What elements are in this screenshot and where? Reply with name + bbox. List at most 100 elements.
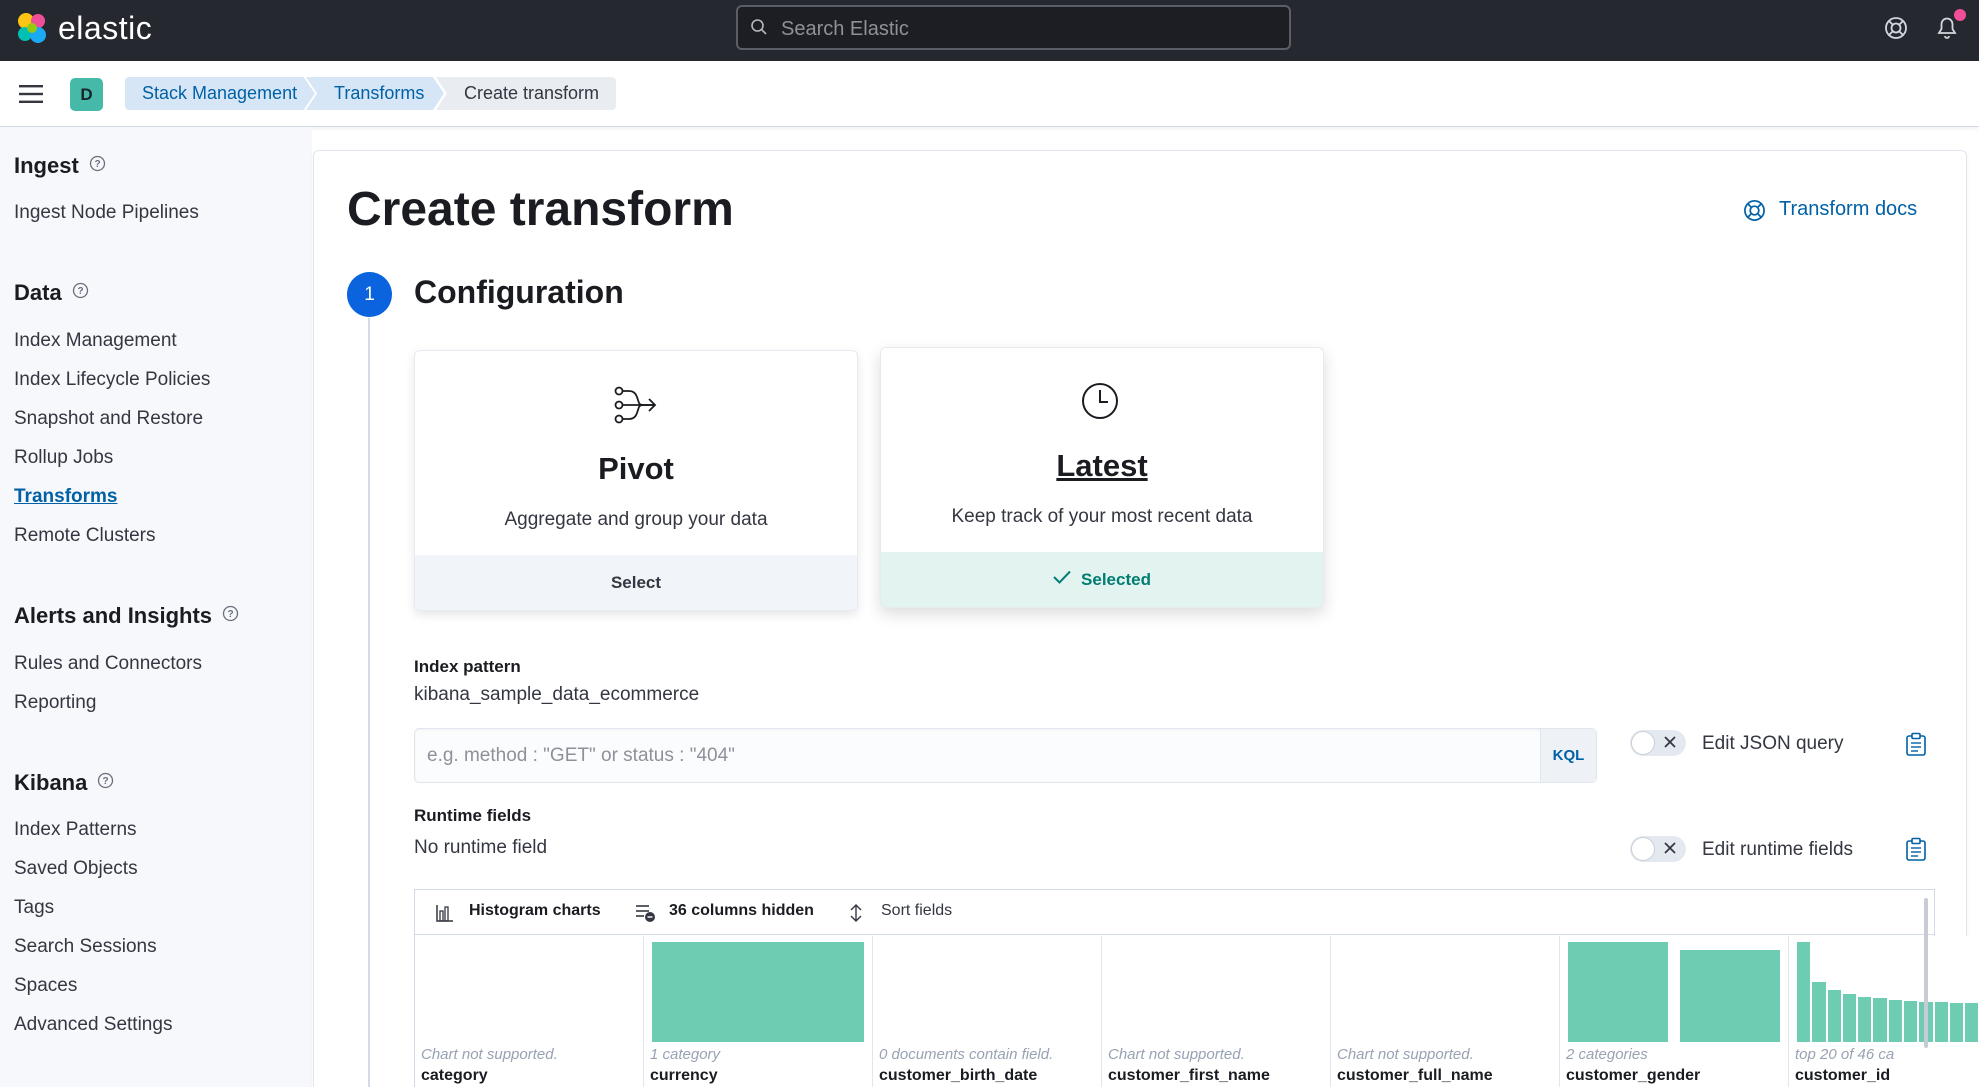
transform-docs-label: Transform docs (1779, 198, 1918, 220)
sidebar-item-rollup-jobs[interactable]: Rollup Jobs (14, 447, 113, 469)
column-histogram (1339, 942, 1551, 1042)
grid-column-customer-id[interactable]: top 20 of 46 ca customer_id (1789, 936, 1979, 1087)
latest-title: Latest (1056, 448, 1148, 483)
help-menu-icon[interactable] (1884, 16, 1908, 45)
query-input[interactable]: e.g. method : "GET" or status : "404" KQ… (414, 728, 1597, 783)
grid-scrollbar[interactable] (1924, 898, 1928, 1048)
grid-column-customer-full-name[interactable]: Chart not supported. customer_full_name (1331, 936, 1560, 1087)
transform-docs-link[interactable]: Transform docs (1743, 198, 1917, 221)
sidebar-item-index-patterns[interactable]: Index Patterns (14, 819, 137, 841)
column-header-name[interactable]: customer_first_name (1108, 1067, 1328, 1085)
edit-runtime-fields-label[interactable]: Edit runtime fields (1702, 839, 1853, 861)
svg-text:?: ? (94, 159, 100, 170)
elastic-logo-icon[interactable] (14, 10, 50, 46)
sidebar-item-index-management[interactable]: Index Management (14, 330, 177, 352)
logo-text[interactable]: elastic (58, 10, 152, 47)
column-histogram (652, 942, 864, 1042)
histogram-bar[interactable] (1934, 1002, 1948, 1042)
grid-column-customer-birth-date[interactable]: 0 documents contain field. customer_birth… (873, 936, 1102, 1087)
question-icon[interactable]: ? (222, 602, 239, 628)
sidebar-section-data: Data? (14, 280, 89, 306)
step-connector-line (368, 318, 370, 1087)
latest-selected-button[interactable]: Selected (881, 552, 1323, 607)
column-header-name[interactable]: customer_birth_date (879, 1067, 1099, 1085)
pivot-description: Aggregate and group your data (504, 509, 768, 530)
histogram-bar[interactable] (1888, 1000, 1902, 1042)
sidebar-item-snapshot-and-restore[interactable]: Snapshot and Restore (14, 408, 203, 430)
column-histogram (1110, 942, 1322, 1042)
histogram-bar[interactable] (1965, 1003, 1979, 1042)
sidebar-item-reporting[interactable]: Reporting (14, 692, 96, 714)
sidebar-item-tags[interactable]: Tags (14, 897, 54, 919)
pivot-icon (613, 383, 661, 432)
grid-column-category[interactable]: Chart not supported. category (415, 936, 644, 1087)
histogram-bar[interactable] (1680, 950, 1780, 1042)
column-header-name[interactable]: customer_id (1795, 1067, 1979, 1085)
question-icon[interactable]: ? (89, 152, 106, 178)
runtime-fields-label: Runtime fields (414, 806, 532, 825)
grid-column-customer-first-name[interactable]: Chart not supported. customer_first_name (1102, 936, 1331, 1087)
section-title: Alerts and Insights (14, 603, 213, 628)
column-header-name[interactable]: customer_gender (1566, 1067, 1786, 1085)
column-header-name[interactable]: category (421, 1067, 641, 1085)
sidebar-item-ingest-node-pipelines[interactable]: Ingest Node Pipelines (14, 202, 199, 224)
sidebar-item-rules-and-connectors[interactable]: Rules and Connectors (14, 653, 202, 675)
query-placeholder: e.g. method : "GET" or status : "404" (427, 745, 735, 766)
search-icon (750, 18, 768, 41)
edit-json-query-label[interactable]: Edit JSON query (1702, 733, 1844, 755)
index-pattern-label: Index pattern (414, 657, 521, 676)
histogram-bar[interactable] (1797, 942, 1811, 1042)
breadcrumb-stack-management[interactable]: Stack Management (125, 77, 315, 110)
column-histogram (1568, 942, 1780, 1042)
hamburger-menu-icon[interactable] (19, 85, 43, 108)
kql-language-button[interactable]: KQL (1540, 729, 1596, 782)
column-chart-note: 2 categories (1566, 1046, 1648, 1063)
svg-text:?: ? (77, 286, 83, 297)
edit-json-query-toggle[interactable] (1630, 730, 1686, 756)
global-search-input[interactable]: Search Elastic (736, 5, 1291, 50)
sidebar-item-advanced-settings[interactable]: Advanced Settings (14, 1014, 172, 1036)
histogram-bar[interactable] (1812, 982, 1826, 1042)
column-chart-note: 0 documents contain field. (879, 1046, 1054, 1063)
sidebar-item-search-sessions[interactable]: Search Sessions (14, 936, 157, 958)
space-avatar[interactable]: D (70, 78, 103, 111)
sidebar-item-remote-clusters[interactable]: Remote Clusters (14, 525, 156, 547)
sidebar-item-index-lifecycle-policies[interactable]: Index Lifecycle Policies (14, 369, 210, 391)
column-chart-note: Chart not supported. (1337, 1046, 1474, 1063)
clipboard-icon[interactable] (1905, 732, 1927, 761)
histogram-charts-label: Histogram charts (469, 902, 601, 919)
question-icon[interactable]: ? (72, 279, 89, 305)
column-header-name[interactable]: currency (650, 1067, 870, 1085)
top-header: elastic Search Elastic (0, 0, 1979, 61)
columns-hidden-button[interactable]: 36 columns hidden (635, 902, 814, 922)
pivot-select-button[interactable]: Select (415, 555, 857, 610)
histogram-charts-button[interactable]: Histogram charts (435, 902, 601, 922)
column-header-name[interactable]: customer_full_name (1337, 1067, 1557, 1085)
latest-card[interactable]: Latest Keep track of your most recent da… (880, 347, 1324, 608)
toggle-knob (1631, 731, 1655, 755)
sidebar-item-saved-objects[interactable]: Saved Objects (14, 858, 138, 880)
sidebar-item-spaces[interactable]: Spaces (14, 975, 77, 997)
histogram-bar[interactable] (1858, 997, 1872, 1042)
histogram-bar[interactable] (1904, 1001, 1918, 1042)
sort-fields-button[interactable]: Sort fields (847, 902, 952, 922)
histogram-bar[interactable] (652, 942, 864, 1042)
notification-badge (1954, 9, 1966, 21)
management-sidebar: Ingest? Ingest Node Pipelines Data? Inde… (0, 127, 312, 1087)
grid-column-customer-gender[interactable]: 2 categories customer_gender (1560, 936, 1789, 1087)
histogram-bar[interactable] (1949, 1003, 1964, 1042)
clipboard-icon[interactable] (1905, 837, 1927, 866)
step-number: 1 (347, 272, 392, 317)
source-data-grid: Histogram charts 36 columns hidden Sort … (414, 889, 1979, 1087)
histogram-bar[interactable] (1873, 998, 1887, 1042)
pivot-card[interactable]: Pivot Aggregate and group your data Sele… (414, 350, 858, 611)
histogram-bar[interactable] (1568, 942, 1668, 1042)
histogram-bar[interactable] (1842, 994, 1857, 1042)
step-title: Configuration (414, 274, 624, 310)
grid-column-currency[interactable]: 1 category currency (644, 936, 873, 1087)
histogram-bar[interactable] (1827, 990, 1841, 1042)
edit-runtime-fields-toggle[interactable] (1630, 836, 1686, 862)
question-icon[interactable]: ? (97, 769, 114, 795)
breadcrumb-transforms[interactable]: Transforms (306, 77, 444, 110)
sidebar-item-transforms[interactable]: Transforms (14, 486, 117, 508)
